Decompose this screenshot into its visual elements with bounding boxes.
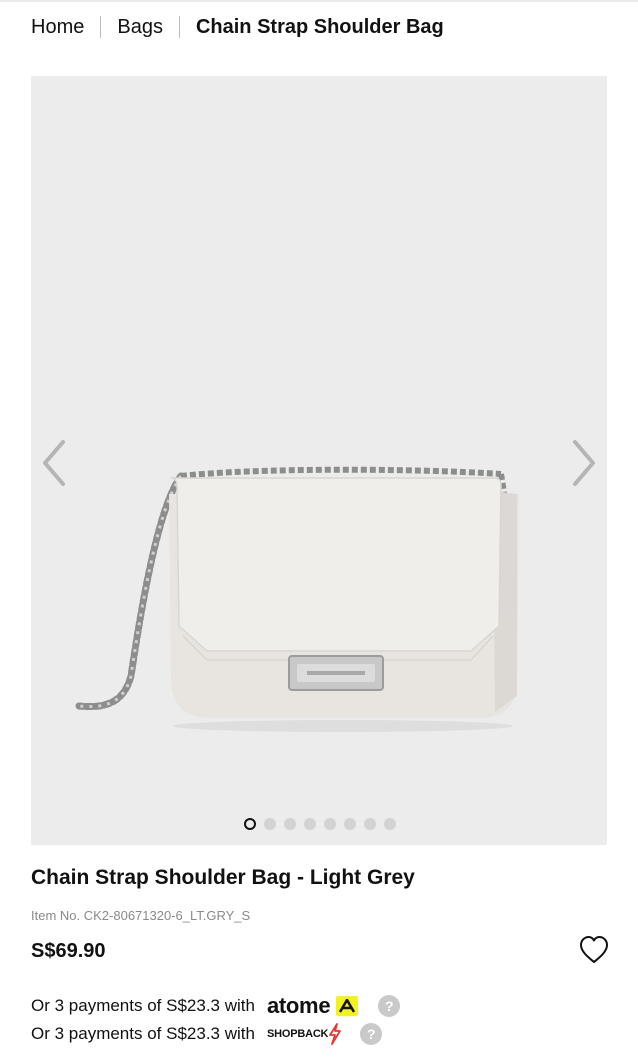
carousel-dot-8[interactable] <box>384 818 396 830</box>
installment-text: Or 3 payments of S$23.3 with <box>31 996 255 1015</box>
carousel-dot-2[interactable] <box>264 818 276 830</box>
shopback-logo: SHOPBACK <box>266 1028 329 1040</box>
item-number: Item No. CK2-80671320-6_LT.GRY_S <box>31 908 251 923</box>
product-price: S$69.90 <box>31 940 106 962</box>
product-image-carousel[interactable] <box>31 76 607 845</box>
shopback-bolt-icon <box>329 1023 342 1045</box>
breadcrumb: Home Bags Chain Strap Shoulder Bag <box>31 12 444 42</box>
breadcrumb-separator <box>100 16 102 38</box>
chevron-right-icon[interactable] <box>569 438 599 488</box>
chevron-left-icon[interactable] <box>39 438 69 488</box>
breadcrumb-bags-link[interactable]: Bags <box>117 16 163 39</box>
carousel-dot-4[interactable] <box>304 818 316 830</box>
installment-shopback-row: Or 3 payments of S$23.3 with SHOPBACK ? <box>31 1023 383 1045</box>
atome-logo: atome <box>266 993 331 1018</box>
carousel-dot-5[interactable] <box>324 818 336 830</box>
installment-atome-row: Or 3 payments of S$23.3 with atome ? <box>31 993 401 1019</box>
heart-outline-icon[interactable] <box>578 934 610 966</box>
top-divider <box>0 0 638 2</box>
carousel-pagination <box>244 818 396 830</box>
breadcrumb-separator <box>178 16 180 38</box>
product-image <box>75 466 519 732</box>
carousel-dot-7[interactable] <box>364 818 376 830</box>
installment-text: Or 3 payments of S$23.3 with <box>31 1024 255 1043</box>
atome-a-icon <box>336 996 359 1016</box>
breadcrumb-current: Chain Strap Shoulder Bag <box>195 15 444 38</box>
atome-help-icon[interactable]: ? <box>378 995 401 1017</box>
product-title: Chain Strap Shoulder Bag - Light Grey <box>31 866 415 889</box>
carousel-dot-3[interactable] <box>284 818 296 830</box>
carousel-dot-6[interactable] <box>344 818 356 830</box>
breadcrumb-home-link[interactable]: Home <box>31 16 84 39</box>
carousel-dot-1[interactable] <box>244 818 256 830</box>
shopback-help-icon[interactable]: ? <box>360 1023 383 1045</box>
